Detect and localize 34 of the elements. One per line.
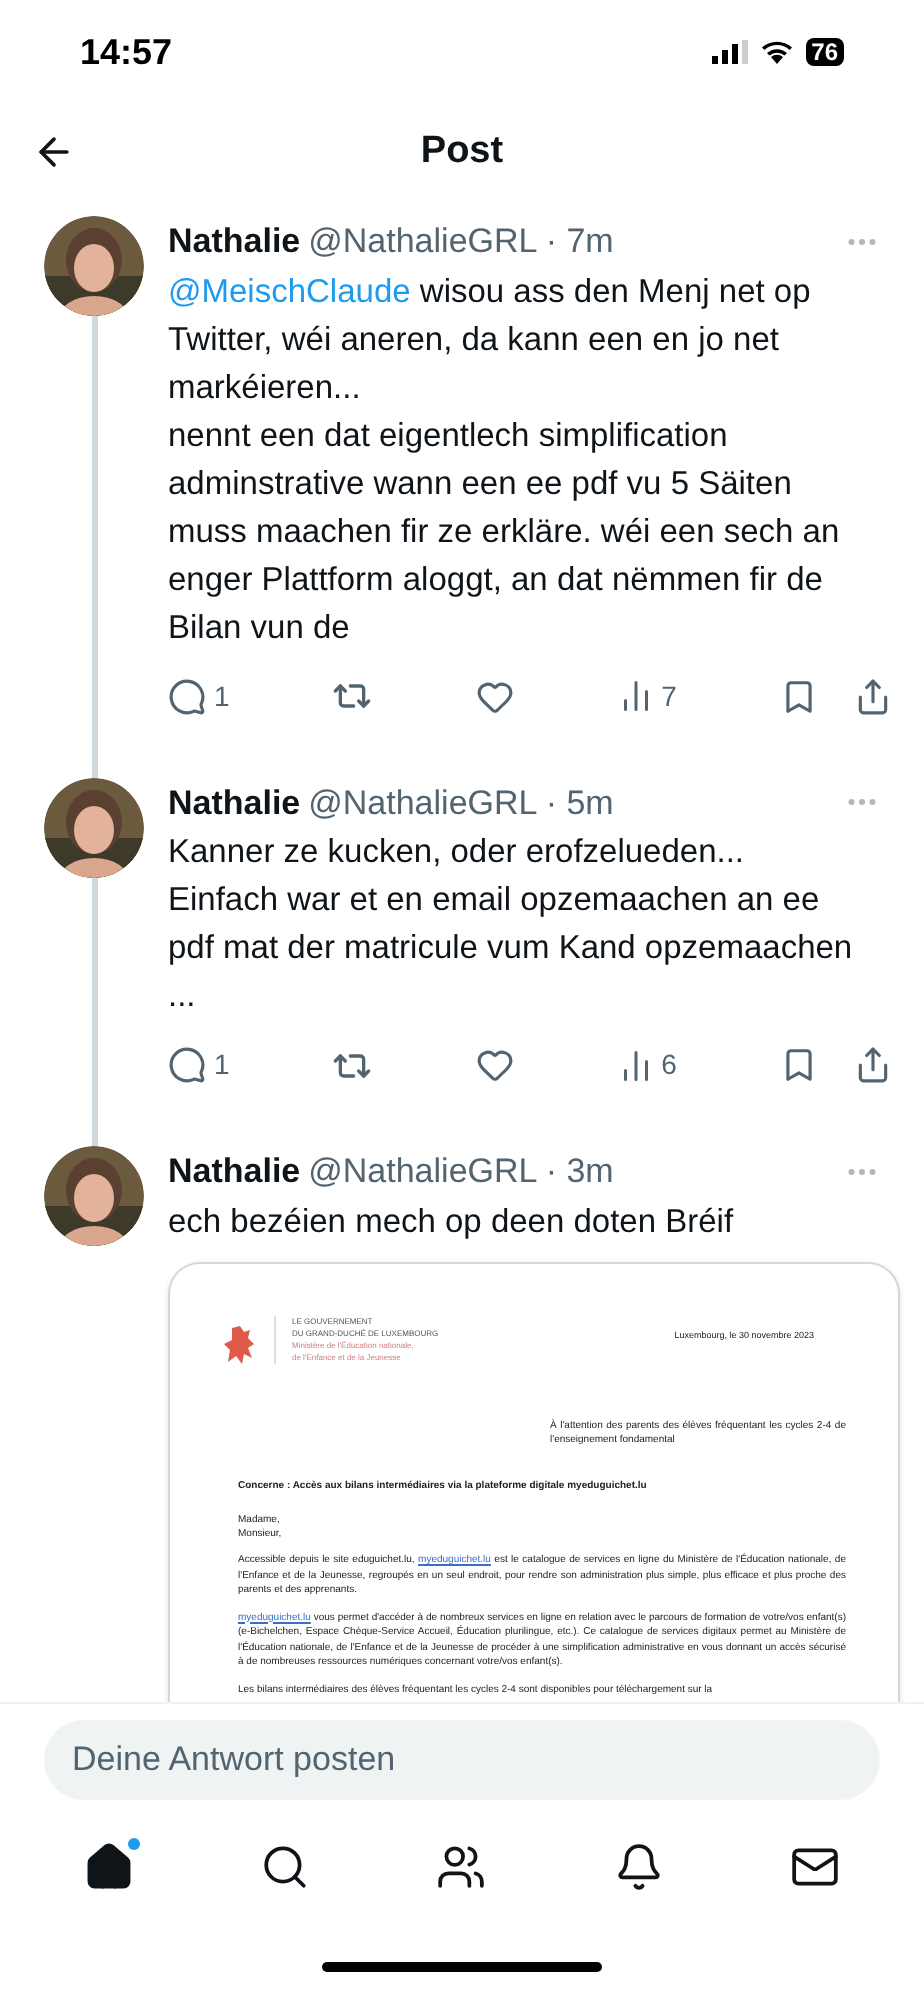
page-title: Post bbox=[420, 127, 504, 176]
like-button[interactable] bbox=[475, 1046, 514, 1084]
avatar[interactable] bbox=[44, 1146, 144, 1246]
search-icon[interactable] bbox=[260, 1841, 311, 1891]
post-text: Kanner ze kucken, oder erofzelueden... Einfach war et en email opzemaachen an ee pdf mat der matricule vum Kand opzemaachen ... bbox=[168, 832, 855, 1018]
author-name[interactable]: Nathalie bbox=[168, 216, 301, 267]
signal-icon bbox=[711, 40, 748, 64]
post-meta: @NathalieGRL · 7m bbox=[308, 220, 614, 264]
wifi-icon bbox=[759, 40, 794, 64]
share-button[interactable] bbox=[853, 1046, 892, 1084]
avatar[interactable] bbox=[44, 777, 144, 877]
views-button[interactable]: 6 bbox=[617, 1044, 677, 1086]
post-meta: @NathalieGRL · 5m bbox=[308, 781, 614, 825]
avatar[interactable] bbox=[44, 216, 144, 316]
views-button[interactable]: 7 bbox=[617, 675, 677, 717]
post-text: @MeischClaude wisou ass den Menj net op Twitter, wéi aneren, da kann een en jo net markéieren... bbox=[168, 271, 813, 409]
reply-button[interactable]: 1 bbox=[168, 675, 230, 717]
author-name[interactable]: Nathalie bbox=[168, 1146, 301, 1197]
speech-bubble-icon bbox=[168, 1046, 206, 1084]
people-icon[interactable] bbox=[436, 1841, 487, 1891]
speech-bubble-icon bbox=[168, 677, 206, 715]
document-preview[interactable] bbox=[168, 1261, 900, 1702]
post-meta: @NathalieGRL · 3m bbox=[308, 1150, 614, 1194]
like-button[interactable] bbox=[475, 677, 514, 715]
bell-icon[interactable] bbox=[613, 1841, 664, 1891]
post-text: ech bezéien mech op deen doten Bréif bbox=[168, 1201, 736, 1243]
author-name[interactable]: Nathalie bbox=[168, 777, 301, 828]
post-text: nennt een dat eigentlech simplification adminstrative wann een ee pdf vu 5 Säiten muss maachen fir ze erkläre. wéi een sech an enger Plattform aloggt, an dat nëmmen fir de Bilan vun de bbox=[168, 415, 842, 649]
status-time: 14:57 bbox=[80, 29, 173, 75]
share-button[interactable] bbox=[853, 677, 892, 715]
reply-button[interactable]: 1 bbox=[168, 1044, 230, 1086]
battery-indicator: 76 bbox=[805, 38, 844, 66]
reply-field[interactable]: Deine Antwort posten bbox=[44, 1720, 880, 1800]
home-icon[interactable] bbox=[83, 1841, 134, 1891]
